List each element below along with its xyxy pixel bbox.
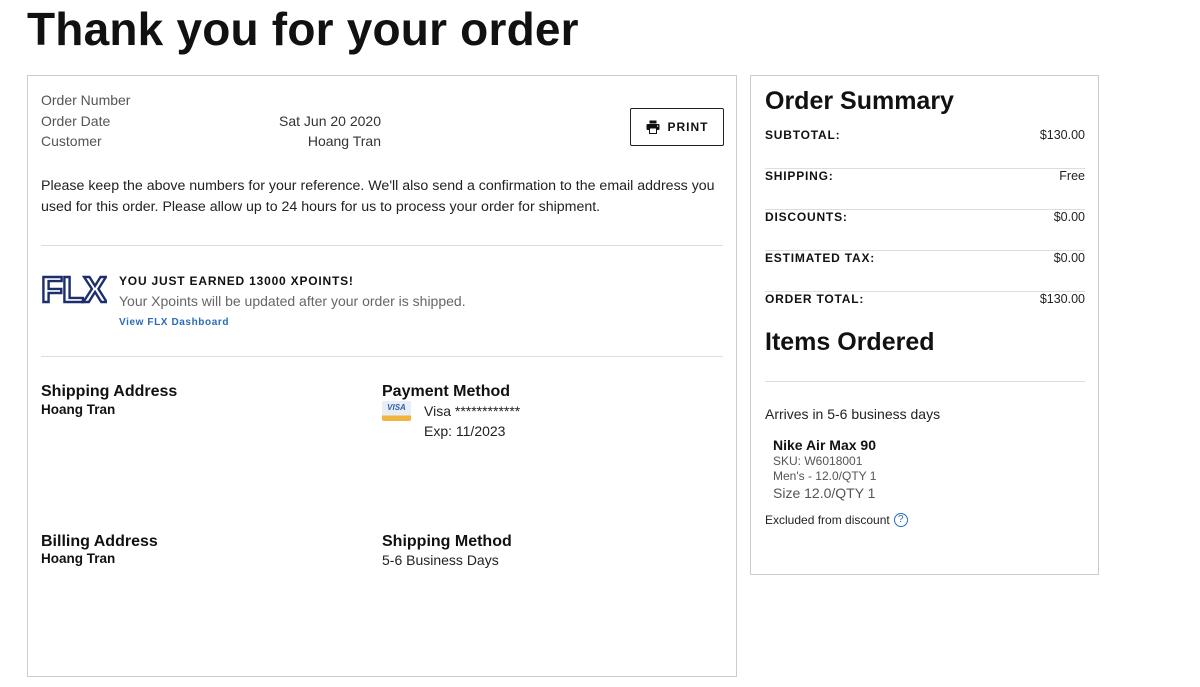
divider — [41, 356, 723, 357]
delivery-estimate: Arrives in 5-6 business days — [765, 406, 941, 422]
customer-row: Customer Hoang Tran — [41, 131, 381, 152]
shipping-label: SHIPPING: — [765, 169, 834, 183]
shipping-method-value: 5-6 Business Days — [382, 552, 499, 568]
subtotal-value: $130.00 — [1039, 128, 1085, 142]
print-label: PRINT — [667, 120, 709, 134]
order-date-row: Order Date Sat Jun 20 2020 — [41, 111, 381, 132]
xpoints-subtitle: Your Xpoints will be updated after your … — [119, 293, 466, 309]
order-summary-title: Order Summary — [765, 87, 954, 115]
print-button[interactable]: PRINT — [630, 108, 724, 146]
shipping-address-heading: Shipping Address — [41, 383, 178, 400]
xpoints-earned-title: YOU JUST EARNED 13000 XPOINTS! — [119, 274, 354, 288]
shipping-row: SHIPPING: Free — [765, 169, 1085, 210]
billing-address-name: Hoang Tran — [41, 551, 116, 566]
order-total-label: ORDER TOTAL: — [765, 292, 865, 306]
item-sku: SKU: W6018001 — [773, 454, 863, 468]
order-notice: Please keep the above numbers for your r… — [41, 178, 715, 215]
shipping-value: Free — [1059, 169, 1085, 183]
discounts-label: DISCOUNTS: — [765, 210, 848, 224]
printer-icon — [646, 120, 659, 134]
order-summary-card: Order Summary SUBTOTAL: $130.00 SHIPPING… — [750, 75, 1099, 575]
item-size: Size 12.0/QTY 1 — [773, 485, 876, 501]
subtotal-row: SUBTOTAL: $130.00 — [765, 128, 1085, 169]
item-variant: Men's - 12.0/QTY 1 — [773, 469, 877, 483]
subtotal-label: SUBTOTAL: — [765, 128, 841, 142]
discounts-row: DISCOUNTS: $0.00 — [765, 210, 1085, 251]
payment-exp: Exp: 11/2023 — [424, 423, 506, 439]
flx-logo: FLX — [41, 273, 107, 306]
svg-text:FLX: FLX — [41, 273, 107, 306]
excluded-label: Excluded from discount — [765, 513, 890, 527]
shipping-method-heading: Shipping Method — [382, 533, 512, 550]
payment-card: Visa ************ — [424, 403, 521, 419]
shipping-address-name: Hoang Tran — [41, 402, 116, 417]
visa-card-icon: VISA — [382, 401, 411, 421]
discounts-value: $0.00 — [1053, 210, 1085, 224]
estimated-tax-value: $0.00 — [1053, 251, 1085, 265]
order-details-card: Order Number Order Date Sat Jun 20 2020 … — [27, 75, 737, 677]
order-meta: Order Number Order Date Sat Jun 20 2020 … — [41, 90, 381, 152]
customer-label: Customer — [41, 133, 102, 149]
help-icon[interactable]: ? — [893, 513, 908, 527]
divider — [41, 245, 723, 246]
order-total-row: ORDER TOTAL: $130.00 — [765, 292, 1085, 333]
billing-address-heading: Billing Address — [41, 533, 158, 550]
flx-dashboard-link[interactable]: View FLX Dashboard — [119, 317, 229, 328]
order-number-label: Order Number — [41, 92, 131, 108]
excluded-from-discount: Excluded from discount ? — [765, 513, 908, 527]
page-title: Thank you for your order — [27, 3, 579, 55]
order-date-label: Order Date — [41, 112, 111, 129]
estimated-tax-row: ESTIMATED TAX: $0.00 — [765, 251, 1085, 292]
item-name: Nike Air Max 90 — [773, 437, 876, 453]
order-number-row: Order Number — [41, 90, 381, 111]
divider — [765, 381, 1085, 382]
order-total-value: $130.00 — [1039, 292, 1085, 306]
payment-method-heading: Payment Method — [382, 383, 511, 400]
order-date-value: Sat Jun 20 2020 — [279, 112, 381, 129]
customer-value: Hoang Tran — [307, 133, 381, 149]
estimated-tax-label: ESTIMATED TAX: — [765, 251, 876, 265]
items-ordered-title: Items Ordered — [765, 328, 935, 356]
